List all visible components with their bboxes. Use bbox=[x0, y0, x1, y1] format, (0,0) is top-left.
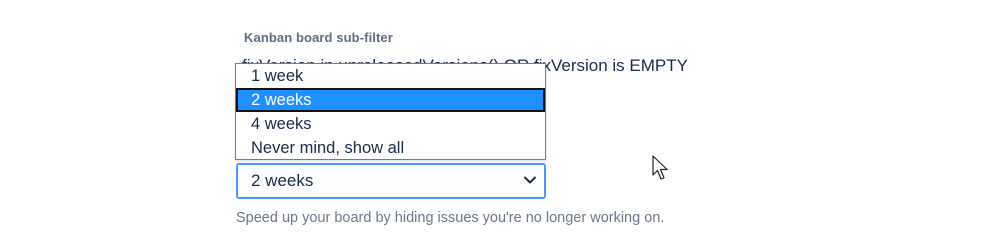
dropdown-option-2-weeks[interactable]: 2 weeks bbox=[236, 88, 545, 112]
select-value: 2 weeks bbox=[251, 171, 314, 190]
dropdown-option-4-weeks[interactable]: 4 weeks bbox=[236, 112, 545, 136]
dropdown-option-1-week[interactable]: 1 week bbox=[236, 64, 545, 88]
hide-issues-select[interactable]: 2 weeks bbox=[236, 163, 546, 199]
chevron-down-icon bbox=[524, 176, 536, 184]
hide-issues-dropdown-list[interactable]: 1 week 2 weeks 4 weeks Never mind, show … bbox=[235, 63, 546, 160]
mouse-cursor-icon bbox=[652, 155, 668, 180]
subfilter-label: Kanban board sub-filter bbox=[244, 30, 393, 45]
hide-issues-help-text: Speed up your board by hiding issues you… bbox=[236, 210, 665, 226]
dropdown-option-show-all[interactable]: Never mind, show all bbox=[236, 136, 545, 160]
